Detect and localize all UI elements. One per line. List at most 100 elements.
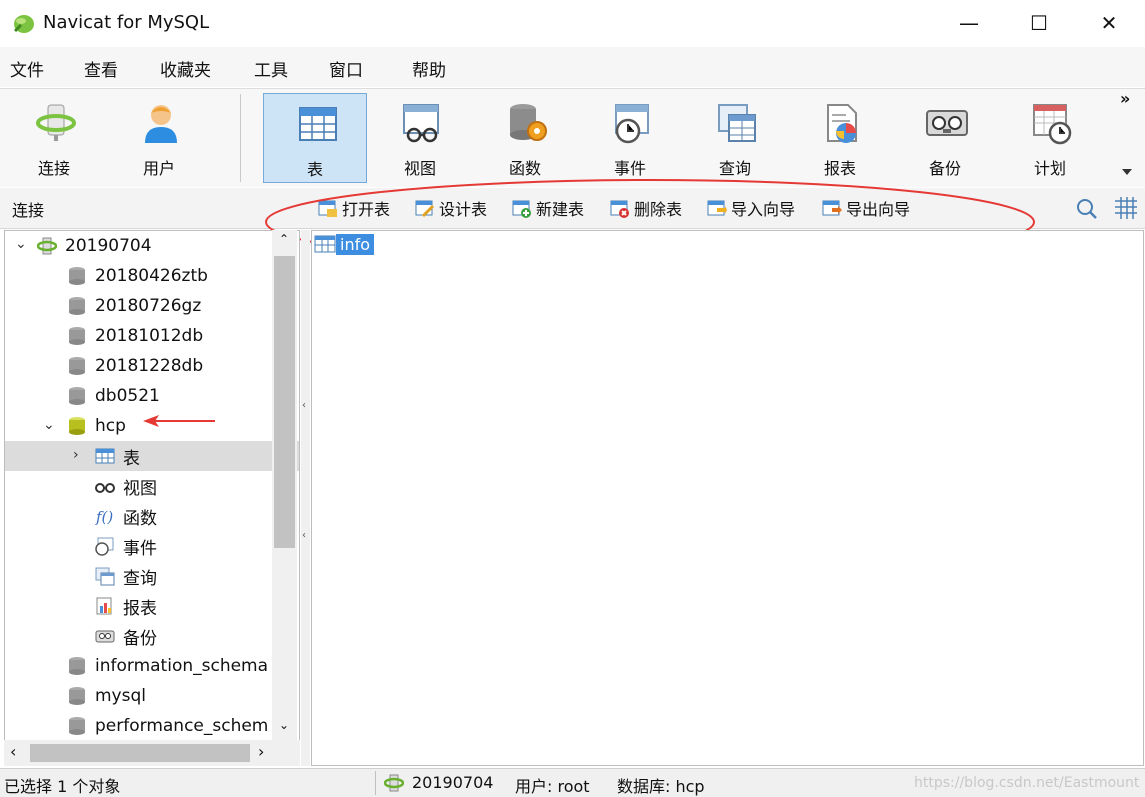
user-icon <box>145 105 177 143</box>
minimize-button[interactable]: — <box>934 0 1004 46</box>
status-connection: 20190704 <box>412 773 494 792</box>
report-button[interactable]: 报表 <box>788 93 892 183</box>
event-icon <box>95 537 114 556</box>
menu-help[interactable]: 帮助 <box>412 56 446 81</box>
expand-chevron-icon[interactable]: › <box>73 447 79 463</box>
tree-database[interactable]: 20181012db <box>5 321 299 351</box>
table-icon <box>95 448 115 464</box>
scroll-right-icon[interactable]: › <box>258 742 264 761</box>
connection-icon <box>36 104 76 141</box>
database-icon <box>69 687 85 705</box>
status-database: 数据库: hcp <box>617 777 705 796</box>
tree-horizontal-scrollbar[interactable]: ‹ › <box>4 740 300 766</box>
tree-node-backups[interactable]: 备份 <box>5 621 299 651</box>
title-bar: Navicat for MySQL — ☐ ✕ <box>0 0 1145 46</box>
tree-node-reports[interactable]: 报表 <box>5 591 299 621</box>
tree-node-views[interactable]: 视图 <box>5 471 299 501</box>
scroll-left-icon[interactable]: ‹ <box>10 742 16 761</box>
navicat-logo-icon <box>13 15 34 33</box>
connection-section-label: 连接 <box>12 201 45 220</box>
function-button[interactable]: 函数 <box>473 93 577 183</box>
search-icon[interactable] <box>1075 197 1099 221</box>
table-button[interactable]: 表 <box>263 93 367 183</box>
scroll-up-icon[interactable]: ⌃ <box>279 232 289 246</box>
splitter-grip-icon: ‹ <box>302 530 306 541</box>
table-name: info <box>336 233 375 255</box>
database-icon <box>69 357 85 375</box>
user-button[interactable]: 用户 <box>107 93 211 183</box>
open-database-icon <box>69 417 85 435</box>
table-icon <box>314 235 336 253</box>
maximize-button[interactable]: ☐ <box>1004 0 1074 46</box>
tree-database[interactable]: information_schema <box>5 651 299 681</box>
view-icon <box>403 104 439 143</box>
tree-database[interactable]: db0521 <box>5 381 299 411</box>
tree-database[interactable]: 20181228db <box>5 351 299 381</box>
menu-window[interactable]: 窗口 <box>329 56 363 81</box>
database-icon <box>69 387 85 405</box>
main-toolbar: 连接 用户 表 视图 函数 事件 查询 报表 备份 计划 » <box>0 88 1145 187</box>
function-icon: f() <box>95 508 113 526</box>
query-icon <box>718 104 756 142</box>
tree-database[interactable]: mysql <box>5 681 299 711</box>
tree-node-events[interactable]: 事件 <box>5 531 299 561</box>
menu-tools[interactable]: 工具 <box>254 56 288 81</box>
svg-text:f(): f() <box>95 508 113 526</box>
table-icon <box>299 107 337 141</box>
splitter-grip-icon: ‹ <box>302 400 306 411</box>
window-title: Navicat for MySQL <box>43 12 210 33</box>
database-icon <box>69 717 85 735</box>
status-bar: 已选择 1 个对象 20190704 用户: root 数据库: hcp htt… <box>0 768 1145 797</box>
report-icon <box>96 597 112 615</box>
menu-favorites[interactable]: 收藏夹 <box>160 56 211 81</box>
close-button[interactable]: ✕ <box>1074 0 1144 46</box>
tree-node-queries[interactable]: 查询 <box>5 561 299 591</box>
event-button[interactable]: 事件 <box>578 93 682 183</box>
tree-vertical-scrollbar[interactable]: ⌃ ⌄ <box>272 230 297 740</box>
connection-button[interactable]: 连接 <box>2 93 106 183</box>
schedule-button[interactable]: 计划 <box>998 93 1102 183</box>
scroll-thumb[interactable] <box>30 744 250 762</box>
table-item[interactable]: info <box>314 231 375 257</box>
annotation-arrow <box>143 415 215 427</box>
menu-bar: 文件 查看 收藏夹 工具 窗口 帮助 <box>0 47 1145 87</box>
object-list-panel: info <box>311 230 1144 766</box>
grid-view-icon[interactable] <box>1113 195 1139 221</box>
database-icon <box>69 267 85 285</box>
database-icon <box>69 657 85 675</box>
toolbar-separator <box>240 94 241 182</box>
backup-icon <box>95 630 115 643</box>
tree-database[interactable]: 20180426ztb <box>5 261 299 291</box>
toolbar-overflow-button[interactable]: » <box>1120 89 1130 108</box>
tree-node-functions[interactable]: f() 函数 <box>5 501 299 531</box>
backup-button[interactable]: 备份 <box>893 93 997 183</box>
scroll-down-icon[interactable]: ⌄ <box>279 718 289 732</box>
status-user: 用户: root <box>515 777 590 796</box>
status-divider <box>375 771 376 795</box>
schedule-icon <box>1033 104 1072 145</box>
menu-view[interactable]: 查看 <box>84 56 118 81</box>
tree-database[interactable]: 20180726gz <box>5 291 299 321</box>
view-icon <box>95 483 115 493</box>
query-icon <box>95 567 115 586</box>
connection-tree: ⌄ 20190704 20180426ztb 20180726gz 201810… <box>4 230 300 766</box>
tree-connection[interactable]: 20190704 <box>5 231 299 261</box>
menu-file[interactable]: 文件 <box>10 56 44 81</box>
report-icon <box>827 104 857 143</box>
tree-database[interactable]: performance_schem <box>5 711 299 741</box>
tree-node-tables[interactable]: 表 <box>5 441 299 471</box>
splitter[interactable]: ‹ ‹ <box>301 230 310 766</box>
selection-status: 已选择 1 个对象 <box>4 777 121 796</box>
database-icon <box>69 297 85 315</box>
toolbar-label: 用户 <box>142 159 175 178</box>
view-button[interactable]: 视图 <box>368 93 472 183</box>
watermark: https://blog.csdn.net/Eastmount <box>914 775 1140 791</box>
connection-status-icon <box>384 774 404 792</box>
query-button[interactable]: 查询 <box>683 93 787 183</box>
toolbar-dropdown-icon[interactable] <box>1122 169 1132 177</box>
scroll-thumb[interactable] <box>274 256 295 548</box>
database-icon <box>69 327 85 345</box>
function-icon <box>510 104 547 141</box>
toolbar-label: 连接 <box>37 159 70 178</box>
backup-icon <box>926 110 968 136</box>
